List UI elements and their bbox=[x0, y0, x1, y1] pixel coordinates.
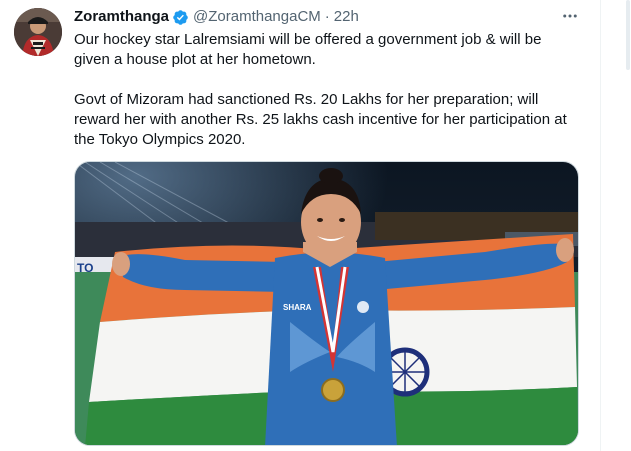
tweet-photo[interactable]: TO SHARA bbox=[74, 161, 579, 446]
tweet-text-line: the Tokyo Olympics 2020. bbox=[74, 131, 246, 148]
author-avatar[interactable] bbox=[14, 8, 62, 56]
more-options-button[interactable] bbox=[558, 4, 582, 28]
verified-badge-icon bbox=[172, 9, 189, 26]
jersey-sponsor-text: SHARA bbox=[283, 303, 312, 312]
tweet-text-line: given a house plot at her hometown. bbox=[74, 51, 316, 68]
tweet-header: Zoramthanga @ZoramthangaCM · 22h bbox=[74, 7, 359, 27]
tweet-timestamp[interactable]: 22h bbox=[334, 7, 359, 27]
tweet-text-line: Our hockey star Lalremsiami will be offe… bbox=[74, 31, 542, 48]
author-name[interactable]: Zoramthanga bbox=[74, 7, 169, 27]
tweet-text-line: reward her with another Rs. 25 lakhs cas… bbox=[74, 111, 567, 128]
scrollbar-thumb[interactable] bbox=[626, 0, 630, 70]
tweet-card[interactable]: Zoramthanga @ZoramthangaCM · 22h Our hoc… bbox=[0, 0, 600, 451]
tweet-text-line: Govt of Mizoram had sanctioned Rs. 20 La… bbox=[74, 91, 539, 108]
medal bbox=[321, 378, 345, 402]
author-handle[interactable]: @ZoramthangaCM bbox=[193, 7, 321, 27]
more-horizontal-icon bbox=[563, 14, 577, 18]
tweet-text: Our hockey star Lalremsiami will be offe… bbox=[74, 30, 579, 150]
header-separator: · bbox=[324, 8, 330, 25]
